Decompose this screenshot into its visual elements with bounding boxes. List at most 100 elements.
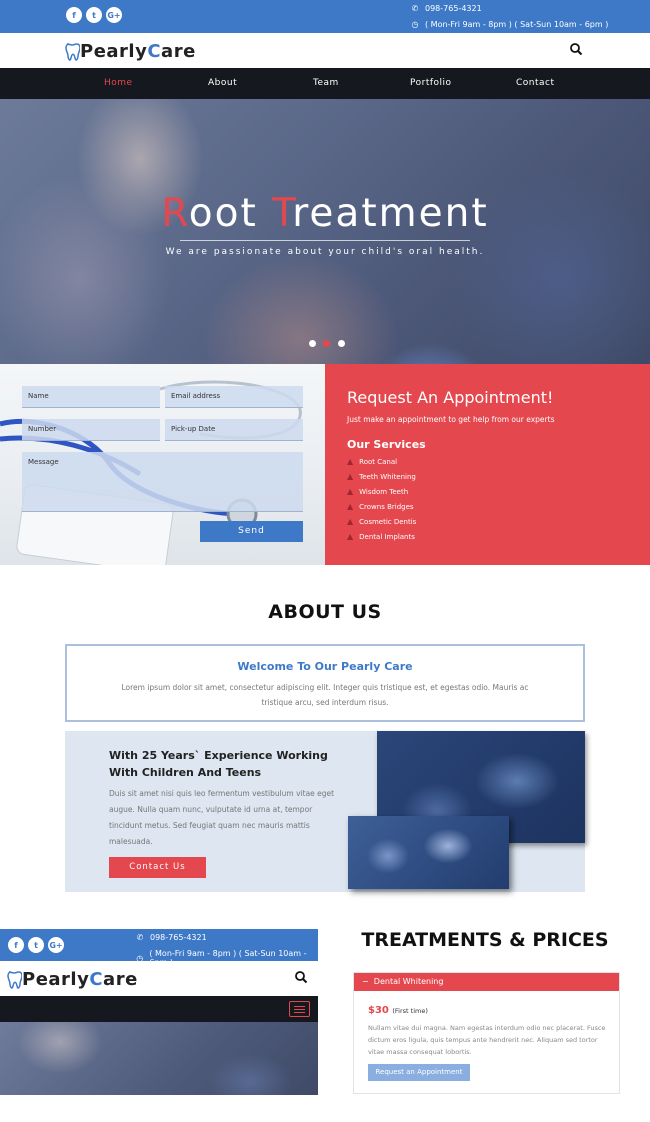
treatments-heading: TREATMENTS & PRICES (361, 929, 609, 951)
treatment-description: Nullam vitae dui magna. Nam egestas inte… (368, 1024, 606, 1056)
hero-divider (180, 240, 470, 241)
mobile-top-bar: f t G+ ✆ 098-765-4321 ◷ ( Mon-Fri 9am - … (0, 929, 318, 967)
message-field[interactable]: Message (22, 452, 303, 512)
tooth-icon: ▲ (347, 517, 354, 526)
welcome-text: Lorem ipsum dolor sit amet, consectetur … (121, 683, 529, 707)
service-label: Cosmetic Dentis (359, 517, 417, 526)
mobile-logo[interactable]: Pearly Care (6, 969, 138, 990)
hero-title-t: T (272, 191, 293, 236)
email-field[interactable]: Email address (165, 386, 303, 408)
logo-accent: C (147, 41, 162, 62)
mobile-phone-info: ✆ 098-765-4321 (136, 933, 207, 942)
minus-icon: − (362, 977, 369, 986)
google-plus-icon[interactable]: G+ (48, 937, 64, 953)
name-field[interactable]: Name (22, 386, 160, 408)
service-item[interactable]: ▲ Root Canal (347, 457, 397, 466)
service-label: Root Canal (359, 457, 398, 466)
nav-portfolio[interactable]: Portfolio (410, 78, 452, 88)
google-plus-icon[interactable]: G+ (106, 7, 122, 23)
experience-text: Duis sit amet nisi quis leo fermentum ve… (109, 789, 335, 846)
nav-contact[interactable]: Contact (516, 78, 555, 88)
service-label: Dental Implants (359, 532, 415, 541)
slider-dot-1[interactable] (309, 340, 316, 347)
treatment-accordion-header[interactable]: − Dental Whitening (354, 973, 619, 991)
twitter-icon[interactable]: t (86, 7, 102, 23)
treatment-price: $30 (First time) (368, 1005, 428, 1016)
service-label: Crowns Bridges (359, 502, 414, 511)
facebook-icon[interactable]: f (66, 7, 82, 23)
clock-icon: ◷ (411, 20, 419, 29)
twitter-icon[interactable]: t (28, 937, 44, 953)
appointment-title: Request An Appointment! (347, 388, 554, 407)
opening-hours: ( Mon-Fri 9am - 8pm ) ( Sat-Sun 10am - 6… (425, 20, 609, 29)
hours-info: ◷ ( Mon-Fri 9am - 8pm ) ( Sat-Sun 10am -… (411, 20, 609, 29)
logo[interactable]: Pearly Care (64, 41, 196, 62)
nav-team[interactable]: Team (313, 78, 339, 88)
tooth-icon: ▲ (347, 502, 354, 511)
hero-title-r: R (161, 191, 189, 236)
experience-title: With 25 Years` Experience Working With C… (109, 749, 328, 779)
mobile-social-links: f t G+ (8, 937, 64, 953)
social-links: f t G+ (66, 7, 122, 23)
tooth-icon: ▲ (347, 472, 354, 481)
hero-subtitle: We are passionate about your child's ora… (165, 247, 485, 257)
tooth-icon (7, 970, 22, 989)
services-heading: Our Services (347, 438, 426, 451)
price-note: (First time) (392, 1007, 428, 1015)
number-field[interactable]: Number (22, 419, 160, 441)
logo-accent: C (89, 969, 104, 990)
search-icon[interactable] (569, 42, 583, 56)
top-bar: f t G+ ✆ 098-765-4321 ◷ ( Mon-Fri 9am - … (0, 0, 650, 33)
slider-dot-3[interactable] (338, 340, 345, 347)
slider-dot-2[interactable] (323, 340, 330, 347)
price-value: $30 (368, 1005, 389, 1016)
about-heading: ABOUT US (268, 601, 382, 623)
hero-title-part2: reatment (292, 191, 489, 236)
tooth-icon: ▲ (347, 487, 354, 496)
pickup-date-field[interactable]: Pick-up Date (165, 419, 303, 441)
tooth-icon: ▲ (347, 532, 354, 541)
appointment-subtitle: Just make an appointment to get help fro… (347, 415, 555, 424)
phone-number: 098-765-4321 (150, 933, 207, 942)
service-label: Wisdom Teeth (359, 487, 409, 496)
request-appointment-button[interactable]: Request an Appointment (368, 1064, 470, 1081)
phone-icon: ✆ (411, 4, 419, 13)
treatment-card: − Dental Whitening $30 (First time) Null… (353, 972, 620, 1094)
service-item[interactable]: ▲ Wisdom Teeth (347, 487, 408, 496)
welcome-title: Welcome To Our Pearly Care (237, 660, 413, 673)
main-nav: Home About Team Portfolio Contact (0, 68, 650, 99)
tooth-icon (65, 42, 80, 61)
welcome-box: Welcome To Our Pearly Care Lorem ipsum d… (65, 644, 585, 722)
phone-info: ✆ 098-765-4321 (411, 4, 482, 13)
hamburger-menu-icon[interactable] (289, 1001, 310, 1017)
treatment-name: Dental Whitening (373, 977, 444, 986)
dental-photo-2 (348, 816, 509, 889)
service-label: Teeth Whitening (359, 472, 416, 481)
service-item[interactable]: ▲ Dental Implants (347, 532, 415, 541)
appointment-info: Request An Appointment! Just make an app… (325, 364, 650, 565)
send-button[interactable]: Send (200, 521, 303, 542)
phone-icon: ✆ (136, 933, 144, 942)
logo-text-1: Pearly (22, 969, 90, 990)
search-icon[interactable] (294, 970, 308, 984)
nav-home[interactable]: Home (104, 78, 133, 88)
appointment-form: Name Email address Number Pick-up Date M… (0, 364, 325, 565)
hero-slider: Root Treatment We are passionate about y… (0, 99, 650, 364)
contact-us-button[interactable]: Contact Us (109, 857, 206, 878)
hero-title: Root Treatment (0, 191, 650, 236)
service-item[interactable]: ▲ Cosmetic Dentis (347, 517, 416, 526)
service-item[interactable]: ▲ Crowns Bridges (347, 502, 414, 511)
hero-title-part1: oot (188, 191, 273, 236)
mobile-header: Pearly Care (0, 961, 318, 996)
header: Pearly Care (0, 33, 650, 68)
facebook-icon[interactable]: f (8, 937, 24, 953)
mobile-nav (0, 996, 318, 1022)
logo-text-2: are (161, 41, 196, 62)
service-item[interactable]: ▲ Teeth Whitening (347, 472, 416, 481)
phone-number: 098-765-4321 (425, 4, 482, 13)
nav-about[interactable]: About (208, 78, 237, 88)
mobile-hero (0, 1022, 318, 1095)
logo-text-2: are (103, 969, 138, 990)
logo-text-1: Pearly (80, 41, 148, 62)
tooth-icon: ▲ (347, 457, 354, 466)
